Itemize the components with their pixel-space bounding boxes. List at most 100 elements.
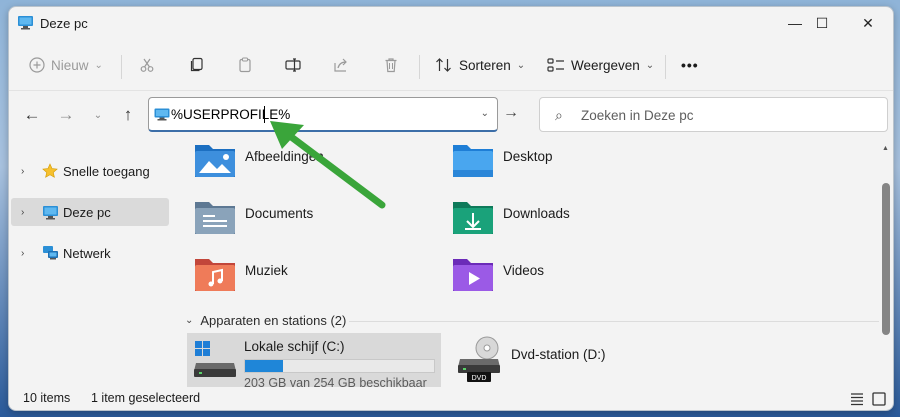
search-icon: ⌕ [555,107,563,123]
title-bar: Deze pc — ☐ ✕ [9,7,893,39]
maximize-button[interactable]: ☐ [799,7,845,39]
scroll-thumb[interactable] [882,183,890,335]
search-box[interactable]: ⌕ Zoeken in Deze pc [539,97,888,132]
drive-free-space: 203 GB van 254 GB beschikbaar [244,376,427,387]
this-pc-icon [18,16,33,30]
back-button[interactable]: ← [19,103,45,127]
rename-button[interactable] [285,51,301,79]
chevron-down-icon: ⌄ [94,59,103,71]
delete-button[interactable] [383,51,399,79]
chevron-right-icon[interactable]: › [21,166,33,177]
view-button[interactable]: Weergeven ⌄ [547,51,654,79]
go-button[interactable]: → [503,104,519,122]
sidebar-item-quick-access[interactable]: › Snelle toegang [11,157,169,185]
details-view-icon[interactable] [849,391,865,407]
videos-folder-icon [453,259,493,291]
share-button[interactable] [333,51,349,79]
trash-icon [385,58,397,73]
status-bar: 10 items 1 item geselecteerd [9,387,893,410]
group-header-devices[interactable]: ⌄ Apparaten en stations (2) [185,313,346,328]
up-button[interactable]: ↑ [115,103,141,127]
window-title: Deze pc [40,16,88,31]
toolbar-divider [665,55,666,79]
more-options-button[interactable]: ••• [681,51,699,79]
selection-count: 1 item geselecteerd [91,391,201,405]
plus-circle-icon [29,57,45,73]
this-pc-icon [154,108,170,121]
folder-name: Downloads [503,206,570,221]
folder-name: Desktop [503,149,553,164]
view-list-icon [547,58,564,72]
drive-name: Lokale schijf (C:) [244,339,345,354]
chevron-down-icon: ⌄ [645,59,655,71]
documents-folder-icon [195,202,235,234]
group-divider [349,321,879,322]
toolbar-divider [121,55,122,79]
copy-icon [190,57,203,72]
sort-icon [436,58,451,72]
command-bar: Nieuw ⌄ Sorteren ⌄ Weergeven ⌄ ••• [9,39,893,91]
desktop-folder-icon [453,145,493,177]
downloads-folder-icon [453,202,493,234]
this-pc-icon [41,204,59,220]
large-icons-view-icon[interactable] [871,391,887,407]
chevron-down-icon: ⌄ [516,59,526,71]
arrow-left-icon: ← [23,105,41,124]
address-row: ← → ⌄ ↑ %USERPROFILE% ⌄ → ⌕ Zoeken in De… [9,91,893,141]
forward-button[interactable]: → [53,103,79,127]
chevron-down-icon[interactable]: ⌄ [481,108,489,119]
network-icon [41,245,59,261]
drive-usage-bar [244,359,435,373]
sidebar-item-this-pc[interactable]: › Deze pc [11,198,169,226]
copy-button[interactable] [189,51,205,79]
close-button[interactable]: ✕ [845,7,891,39]
folder-videos[interactable]: Videos [437,249,677,295]
toolbar-divider [419,55,420,79]
item-count: 10 items [23,391,71,405]
drive-d[interactable]: DVD Dvd-station (D:) [451,335,651,385]
folder-name: Videos [503,263,545,278]
clipboard-icon [239,57,251,73]
chevron-right-icon[interactable]: › [21,248,33,259]
search-input[interactable]: Zoeken in Deze pc [581,108,694,123]
windows-drive-icon [194,341,236,377]
sidebar-item-label: Deze pc [63,204,111,220]
star-icon [41,163,59,179]
sort-button[interactable]: Sorteren ⌄ [435,51,525,79]
sort-label: Sorteren [459,57,511,73]
pictures-folder-icon [195,145,235,177]
cut-button[interactable] [139,51,155,79]
arrow-up-icon: ↑ [123,105,133,124]
rename-icon [285,58,301,72]
sidebar-item-network[interactable]: › Netwerk [11,239,169,267]
more-options-icon: ••• [681,57,699,73]
group-header-label: Apparaten en stations (2) [200,313,347,328]
share-icon [334,58,347,72]
folder-downloads[interactable]: Downloads [437,192,677,238]
vertical-scrollbar[interactable]: ▲ [879,143,893,387]
maximize-icon: ☐ [815,14,829,31]
chevron-down-icon[interactable]: ⌄ [185,315,193,326]
chevron-down-icon: ⌄ [93,109,103,121]
dvd-drive-icon: DVD [458,336,500,382]
folder-desktop[interactable]: Desktop [437,143,677,181]
arrow-right-icon: → [503,104,519,121]
new-button[interactable]: Nieuw ⌄ [29,51,103,79]
close-icon: ✕ [862,14,874,31]
recent-locations-button[interactable]: ⌄ [85,103,111,127]
scissors-icon [140,58,154,72]
dvd-badge: DVD [472,375,487,382]
explorer-window: Deze pc — ☐ ✕ Nieuw ⌄ Sorteren ⌄ Weergev… [8,6,894,411]
drive-c[interactable]: Lokale schijf (C:) 203 GB van 254 GB bes… [187,333,441,387]
folder-music[interactable]: Muziek [179,249,419,295]
navigation-pane: › Snelle toegang › Deze pc › Netwerk [9,143,179,387]
sidebar-item-label: Snelle toegang [63,163,150,179]
paste-button[interactable] [237,51,253,79]
music-folder-icon [195,259,235,291]
folder-name: Muziek [245,263,288,278]
scroll-up-icon[interactable]: ▲ [882,145,889,152]
sidebar-item-label: Netwerk [63,245,111,261]
drive-name: Dvd-station (D:) [511,347,606,362]
chevron-right-icon[interactable]: › [21,207,33,218]
annotation-arrow [270,121,386,209]
